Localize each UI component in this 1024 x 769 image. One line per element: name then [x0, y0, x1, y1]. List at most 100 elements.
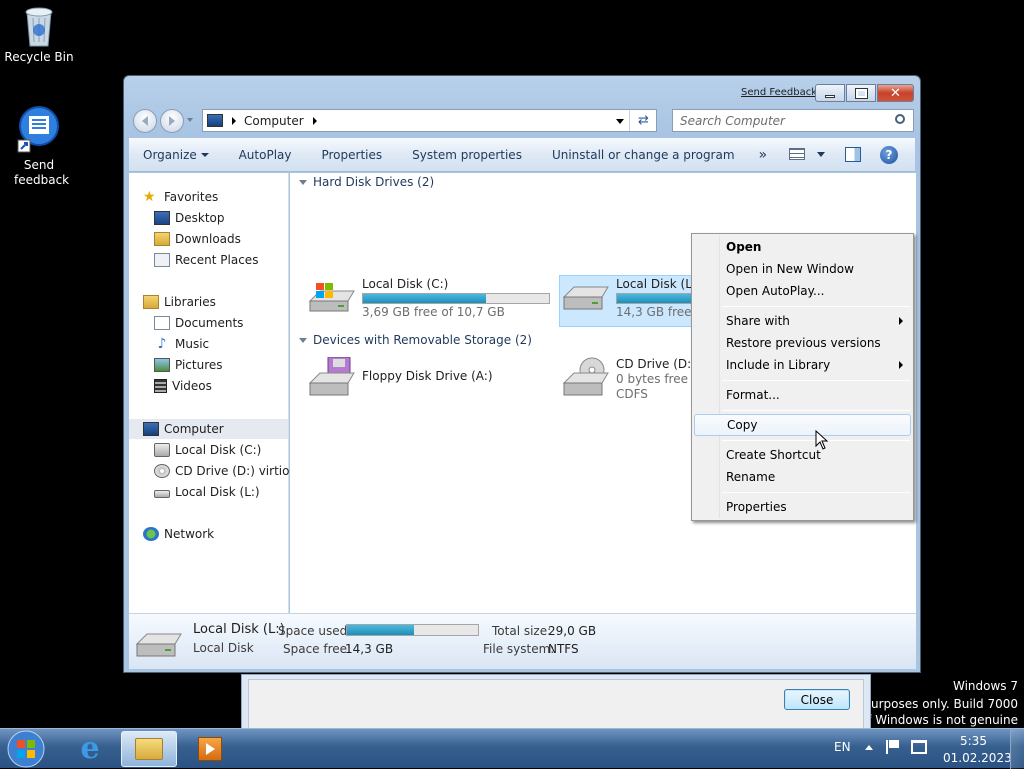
action-center-flag-icon[interactable] [886, 740, 900, 754]
menu-item-create-shortcut[interactable]: Create Shortcut [694, 444, 911, 466]
back-button[interactable] [133, 109, 157, 133]
show-desktop-button[interactable] [1010, 729, 1024, 769]
breadcrumb-separator-icon[interactable] [312, 116, 317, 125]
clock-time[interactable]: 5:35 [960, 734, 987, 748]
watermark-line-1: Windows 7 [952, 679, 1018, 693]
collapse-triangle-icon [299, 337, 307, 343]
nav-libraries[interactable]: Libraries [143, 295, 216, 309]
drive-usage-fill [363, 294, 486, 303]
group-removable-storage[interactable]: Devices with Removable Storage (2) [299, 333, 532, 347]
nav-music[interactable]: ♪ Music [154, 337, 210, 351]
uninstall-program-button[interactable]: Uninstall or change a program [542, 148, 745, 162]
menu-item-open[interactable]: Open [694, 236, 911, 258]
drive-file-system: CDFS [616, 387, 648, 401]
computer-icon [207, 114, 223, 127]
search-box[interactable]: Search Computer [672, 109, 914, 132]
windows-logo-icon [7, 730, 45, 768]
star-icon: ★ [143, 190, 156, 204]
system-properties-button[interactable]: System properties [402, 148, 532, 162]
menu-item-open-new-window[interactable]: Open in New Window [694, 258, 911, 280]
menu-item-restore-previous[interactable]: Restore previous versions [694, 332, 911, 354]
floppy-drive-icon [308, 357, 355, 396]
nav-favorites[interactable]: ★ Favorites [143, 190, 218, 204]
menu-item-copy[interactable]: Copy [694, 414, 911, 436]
more-commands-button[interactable]: » [749, 147, 778, 163]
collapse-triangle-icon [299, 179, 307, 185]
refresh-button[interactable]: ⇄ [629, 110, 657, 131]
menu-item-rename[interactable]: Rename [694, 466, 911, 488]
menu-item-share-with[interactable]: Share with [694, 310, 911, 332]
breadcrumb-separator-icon[interactable] [232, 116, 236, 125]
send-feedback-link[interactable]: Send Feedback [741, 87, 817, 98]
back-arrow-icon [142, 116, 148, 126]
menu-item-open-autoplay[interactable]: Open AutoPlay... [694, 280, 911, 302]
nav-desktop[interactable]: Desktop [154, 211, 225, 225]
search-input[interactable]: Search Computer [680, 114, 785, 128]
background-dialog [241, 674, 871, 730]
drive-floppy-a[interactable]: Floppy Disk Drive (A:) [308, 357, 493, 397]
nav-computer[interactable]: Computer [143, 422, 224, 436]
breadcrumb-computer[interactable]: Computer [244, 114, 304, 128]
taskbar: e EN 5:35 01.02.2023 [0, 728, 1024, 769]
desktop-icon-recycle-bin[interactable]: Recycle Bin [0, 4, 78, 65]
address-dropdown-icon[interactable] [616, 119, 624, 124]
address-bar[interactable]: Computer ⇄ [202, 109, 657, 132]
drive-icon [135, 633, 182, 657]
view-options-button[interactable] [789, 148, 825, 160]
downloads-folder-icon [154, 232, 170, 246]
properties-button[interactable]: Properties [311, 148, 392, 162]
help-button[interactable]: ? [880, 146, 898, 164]
taskbar-windows-explorer[interactable] [121, 731, 177, 767]
nav-pictures[interactable]: Pictures [154, 358, 223, 372]
language-indicator[interactable]: EN [834, 740, 851, 754]
recent-pages-chevron-icon[interactable] [187, 118, 193, 122]
forward-button[interactable] [160, 109, 184, 133]
nav-local-disk-c[interactable]: Local Disk (C:) [154, 443, 261, 457]
maximize-icon [854, 87, 868, 99]
taskbar-media-player[interactable] [182, 731, 238, 767]
drive-name: CD Drive (D:) v [616, 357, 691, 371]
menu-item-properties[interactable]: Properties [694, 496, 911, 518]
taskbar-internet-explorer[interactable]: e [62, 731, 118, 767]
drive-free-space: 0 bytes free of [616, 372, 691, 386]
network-tray-icon[interactable] [911, 740, 927, 754]
drive-usage-bar [362, 293, 550, 304]
menu-separator [722, 380, 910, 381]
minimize-button[interactable] [815, 84, 845, 102]
context-menu: Open Open in New Window Open AutoPlay...… [691, 233, 914, 521]
media-player-icon [198, 737, 222, 761]
maximize-button[interactable] [846, 84, 876, 102]
nav-local-disk-l[interactable]: Local Disk (L:) [154, 485, 260, 499]
preview-pane-button[interactable] [845, 147, 861, 162]
nav-documents[interactable]: Documents [154, 316, 243, 330]
desktop-icon-send-feedback[interactable]: Send feedback [0, 106, 78, 188]
music-icon: ♪ [157, 337, 167, 351]
autoplay-button[interactable]: AutoPlay [229, 148, 302, 162]
menu-item-format[interactable]: Format... [694, 384, 911, 406]
close-button[interactable]: ✕ [877, 84, 914, 102]
recycle-bin-icon [22, 4, 56, 48]
submenu-arrow-icon [899, 317, 903, 325]
clock-date[interactable]: 01.02.2023 [943, 751, 1012, 765]
nav-videos[interactable]: Videos [154, 379, 212, 393]
group-hard-disk-drives[interactable]: Hard Disk Drives (2) [299, 175, 434, 189]
organize-button[interactable]: Organize [129, 148, 219, 162]
details-drive-name: Local Disk (L:) [193, 622, 285, 637]
search-icon[interactable] [895, 114, 905, 124]
show-hidden-icons-icon[interactable] [865, 745, 873, 750]
menu-separator [722, 410, 910, 411]
start-button[interactable] [5, 729, 47, 769]
dialog-close-button[interactable]: Close [784, 689, 850, 710]
nav-cd-drive-d[interactable]: CD Drive (D:) virtio-w [154, 464, 289, 478]
drive-cd-d[interactable]: CD Drive (D:) v 0 bytes free of CDFS [562, 357, 691, 402]
title-bar[interactable]: Send Feedback ✕ [124, 76, 920, 104]
menu-item-include-library[interactable]: Include in Library [694, 354, 911, 376]
drive-icon [154, 489, 170, 498]
nav-recent-places[interactable]: Recent Places [154, 253, 258, 267]
total-size-label: Total size: [492, 624, 552, 638]
nav-network[interactable]: Network [143, 527, 214, 541]
nav-downloads[interactable]: Downloads [154, 232, 241, 246]
drive-local-disk-c[interactable]: Local Disk (C:) 3,69 GB free of 10,7 GB [308, 277, 550, 320]
chevron-down-icon [200, 153, 209, 157]
drive-free-space: 14,3 GB free of [616, 305, 691, 319]
